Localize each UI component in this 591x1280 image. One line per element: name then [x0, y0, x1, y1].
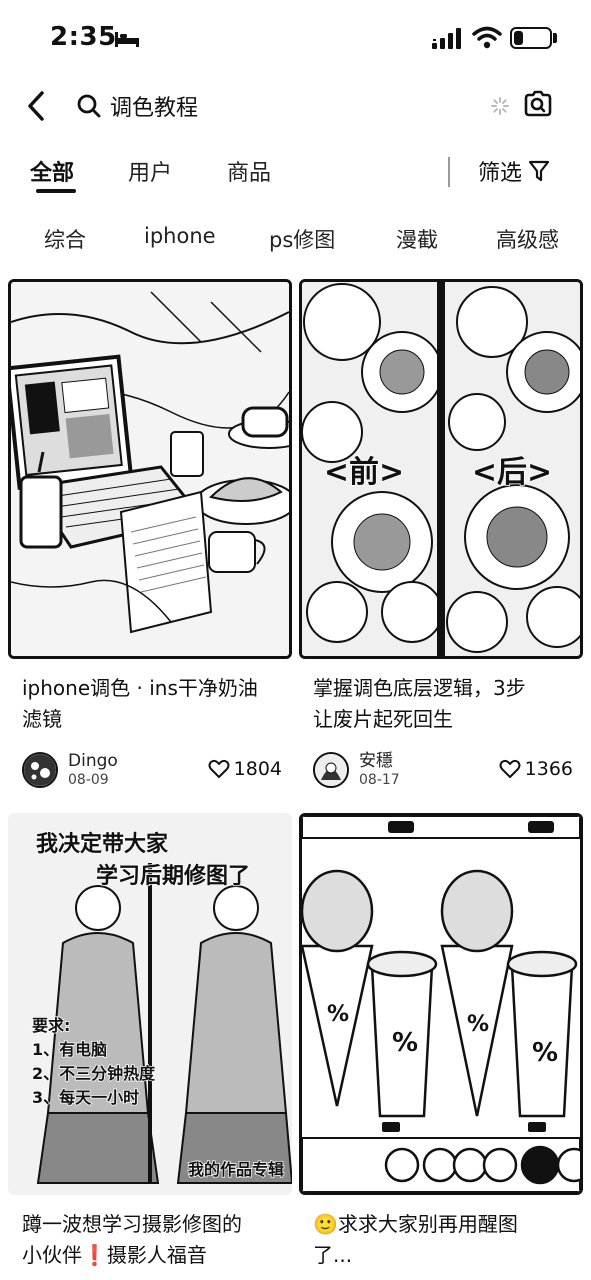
post-date: 08-09 — [68, 772, 109, 788]
tab-all[interactable]: 全部 — [30, 155, 74, 187]
card-title: iphone调色 · ins干净奶油 滤镜 — [22, 673, 284, 735]
filter-button[interactable]: 筛选 — [478, 153, 550, 189]
author-meta: Dingo 08-09 — [68, 751, 118, 789]
card-title-line: 🙂求求大家别再用醒图 — [313, 1212, 518, 1236]
like-button[interactable]: 1366 — [499, 758, 573, 780]
card-title-line: 滤镜 — [22, 707, 62, 731]
chip-iphone[interactable]: iphone — [144, 224, 216, 248]
avatar[interactable] — [313, 752, 349, 788]
card-cover-image[interactable]: % % % % — [299, 813, 583, 1195]
result-tabs: 全部 用户 商品 筛选 — [0, 145, 591, 201]
card-cover-image[interactable] — [8, 279, 292, 659]
status-time: 2:35 — [50, 22, 117, 52]
card-title: 🙂求求大家别再用醒图 了... — [313, 1209, 575, 1271]
card-title-line: 小伙伴❗摄影人福音 — [22, 1243, 207, 1267]
card-title-line: 了... — [313, 1243, 353, 1267]
after-label: <后> — [472, 455, 552, 490]
battery-icon: 24 — [510, 27, 552, 49]
author-info[interactable]: 安穩 08-17 — [313, 748, 400, 792]
funnel-icon — [528, 160, 550, 182]
battery-cap — [553, 33, 557, 43]
chevron-left-icon — [28, 91, 44, 121]
feed-card[interactable]: % % % % 🙂求求大家别再用醒图 了... — [299, 813, 583, 1280]
search-icon — [77, 94, 101, 118]
svg-text:%: % — [327, 1002, 349, 1027]
post-date: 08-17 — [359, 772, 400, 788]
heart-icon — [499, 759, 521, 778]
card-title: 蹲一波想学习摄影修图的 小伙伴❗摄影人福音 — [22, 1209, 284, 1271]
search-header: 调色教程 — [0, 80, 591, 136]
feed-card[interactable]: <前> <后> 掌握调色底层逻辑，3步 让废片起死回生 安穩 08-17 136… — [299, 279, 583, 799]
avatar[interactable] — [22, 752, 58, 788]
overlay-footer: 我的作品专辑 — [188, 1160, 284, 1179]
tab-divider — [448, 157, 450, 187]
feed-card[interactable]: 我决定带大家 学习后期修图了 要求: 1、有电脑 2、不三分钟热度 3、每天一小… — [8, 813, 292, 1280]
signal-icon — [432, 28, 461, 49]
author-name: Dingo — [68, 751, 118, 771]
overlay-headline-2: 学习后期修图了 — [96, 863, 250, 889]
active-tab-indicator — [36, 189, 76, 193]
like-button[interactable]: 1804 — [208, 758, 282, 780]
filter-label: 筛选 — [478, 161, 523, 186]
status-bar: 2:35 24 — [0, 0, 591, 80]
svg-text:%: % — [392, 1028, 418, 1058]
overlay-requirement: 2、不三分钟热度 — [32, 1064, 156, 1083]
card-cover-image[interactable]: 我决定带大家 学习后期修图了 要求: 1、有电脑 2、不三分钟热度 3、每天一小… — [8, 813, 292, 1195]
overlay-requirement: 1、有电脑 — [32, 1040, 107, 1059]
card-title-line: 掌握调色底层逻辑，3步 — [313, 676, 526, 700]
card-title-line: iphone调色 · ins干净奶油 — [22, 676, 258, 700]
overlay-headline-1: 我决定带大家 — [36, 831, 169, 857]
like-count: 1804 — [233, 758, 282, 780]
search-query: 调色教程 — [110, 96, 199, 121]
chip-comprehensive[interactable]: 综合 — [44, 224, 86, 254]
wifi-icon — [472, 26, 502, 49]
card-cover-image[interactable]: <前> <后> — [299, 279, 583, 659]
search-input[interactable]: 调色教程 — [70, 86, 510, 126]
camera-search-button[interactable] — [522, 88, 554, 120]
heart-icon — [208, 759, 230, 778]
svg-text:%: % — [532, 1038, 558, 1068]
feed-card[interactable]: iphone调色 · ins干净奶油 滤镜 Dingo 08-09 1804 — [8, 279, 292, 799]
camera-search-icon — [524, 90, 552, 117]
keyword-chips: 综合 iphone ps修图 漫截 高级感 — [0, 214, 591, 262]
bed-icon — [115, 32, 139, 47]
overlay-requirement: 3、每天一小时 — [32, 1088, 139, 1107]
before-label: <前> — [324, 455, 404, 490]
author-meta: 安穩 08-17 — [359, 751, 400, 789]
author-info[interactable]: Dingo 08-09 — [22, 748, 118, 792]
card-title-line: 蹲一波想学习摄影修图的 — [22, 1212, 242, 1236]
chip-ps-retouch[interactable]: ps修图 — [269, 224, 335, 254]
author-name: 安穩 — [359, 751, 393, 771]
card-title-line: 让废片起死回生 — [313, 707, 453, 731]
like-count: 1366 — [524, 758, 573, 780]
battery-percent: 24 — [522, 30, 540, 44]
svg-text:%: % — [467, 1012, 489, 1037]
tab-users[interactable]: 用户 — [128, 155, 172, 187]
back-button[interactable] — [18, 86, 54, 126]
chip-manga[interactable]: 漫截 — [396, 224, 438, 254]
card-title: 掌握调色底层逻辑，3步 让废片起死回生 — [313, 673, 575, 735]
tab-products[interactable]: 商品 — [227, 155, 271, 187]
overlay-requirement-title: 要求: — [32, 1016, 70, 1035]
chip-premium[interactable]: 高级感 — [496, 224, 559, 254]
loading-spinner-icon — [491, 97, 509, 115]
